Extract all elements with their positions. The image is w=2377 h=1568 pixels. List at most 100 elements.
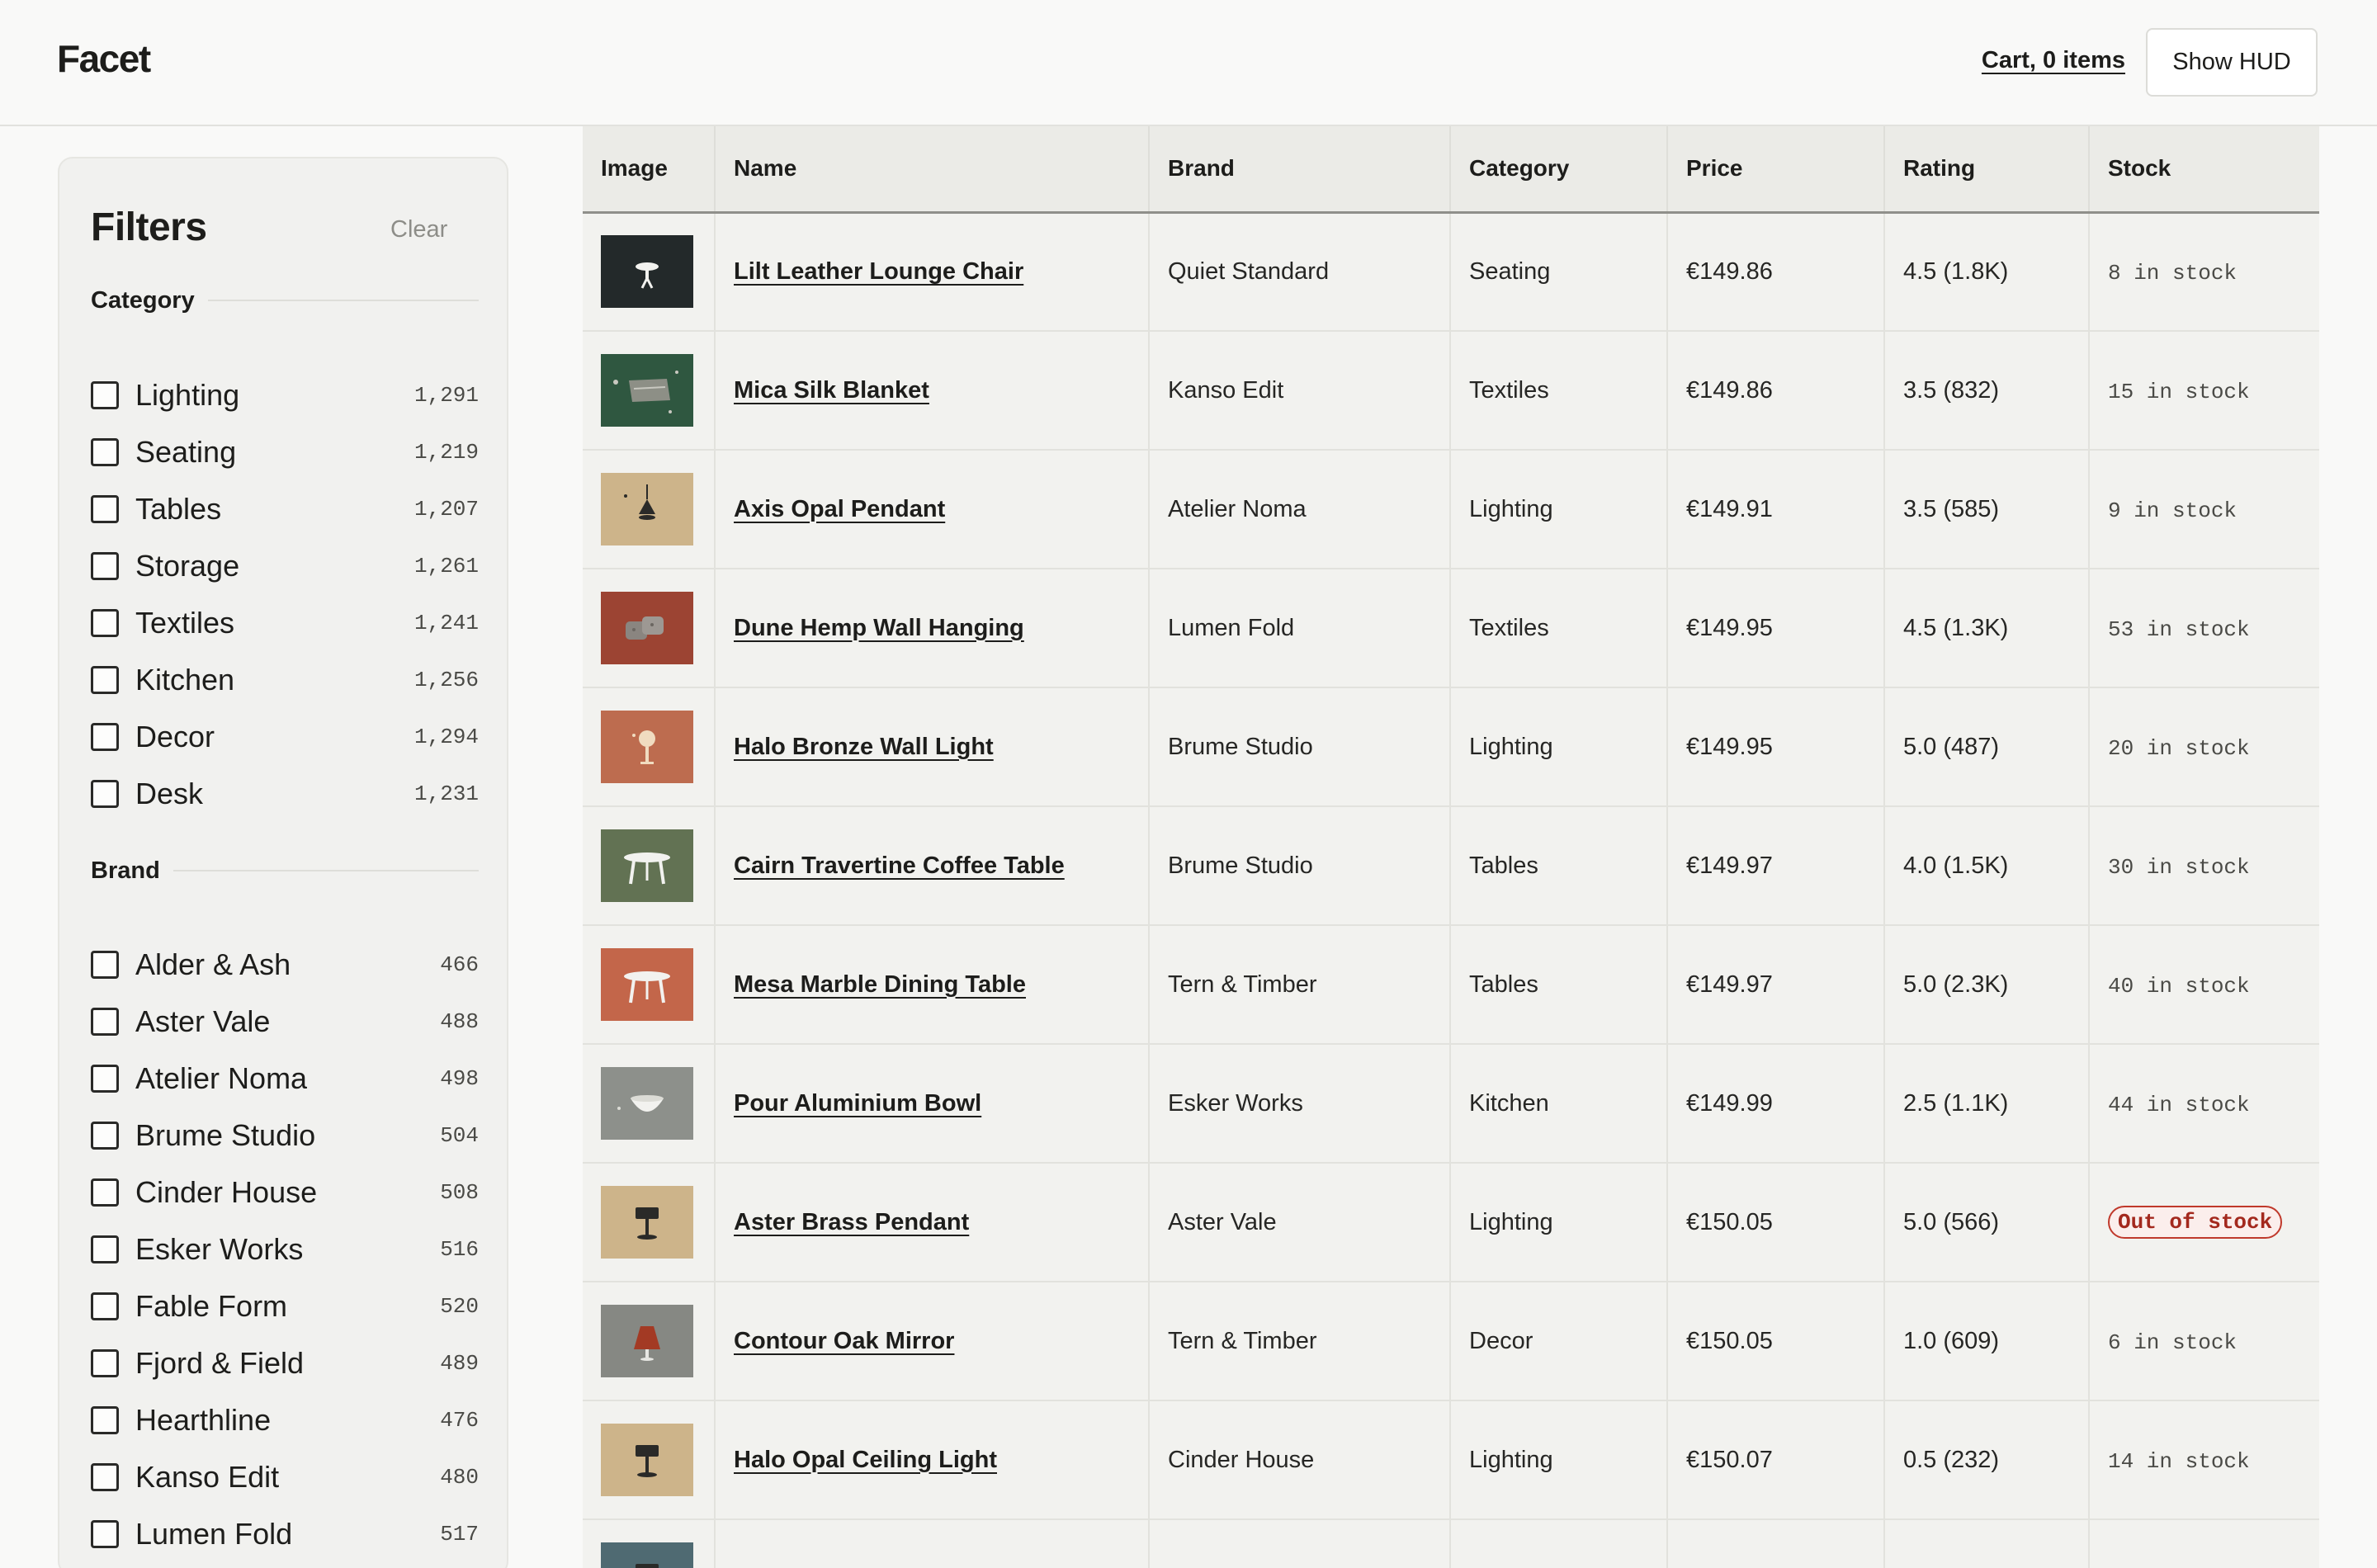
clear-filters-button[interactable]: Clear — [390, 216, 447, 243]
checkbox[interactable] — [91, 722, 119, 751]
checkbox[interactable] — [91, 1292, 119, 1320]
product-thumbnail[interactable] — [601, 1067, 693, 1140]
product-name-link[interactable]: Cairn Travertine Coffee Table — [734, 852, 1065, 879]
product-thumbnail[interactable] — [601, 1424, 693, 1496]
table-row[interactable]: Halo Bronze Wall Light Brume Studio Lighti… — [583, 687, 2319, 807]
brand-filter-atelier-noma[interactable]: Atelier Noma 498 — [91, 1050, 479, 1107]
product-thumbnail[interactable] — [601, 235, 693, 309]
checkbox[interactable] — [91, 1178, 119, 1207]
filter-label: Storage — [135, 548, 240, 583]
table-row[interactable]: Mica Silk Blanket Kanso Edit Textiles €149.… — [583, 331, 2319, 451]
category-filter-lighting[interactable]: Lighting 1,291 — [91, 366, 479, 423]
table-row[interactable]: Mesa Marble Dining Table Tern & Timber Tab… — [583, 925, 2319, 1045]
product-thumbnail[interactable] — [601, 1542, 693, 1568]
price-cell: €149.91 — [1667, 450, 1885, 569]
name-cell: Mesa Marble Dining Table — [715, 925, 1150, 1045]
checkbox[interactable] — [91, 380, 119, 409]
image-cell — [583, 687, 716, 807]
product-thumbnail[interactable] — [601, 711, 693, 783]
category-filter-tables[interactable]: Tables 1,207 — [91, 480, 479, 537]
category-cell: Lighting — [1450, 450, 1668, 569]
category-filter-storage[interactable]: Storage 1,261 — [91, 537, 479, 594]
checkbox[interactable] — [91, 437, 119, 466]
checkbox[interactable] — [91, 494, 119, 523]
brand-filter-brume-studio[interactable]: Brume Studio 504 — [91, 1107, 479, 1164]
section-divider — [172, 870, 479, 871]
table-row[interactable]: Halo Opal Ceiling Light Cinder House Light… — [583, 1400, 2319, 1520]
checkbox[interactable] — [91, 1462, 119, 1491]
product-thumbnail[interactable] — [601, 592, 693, 664]
filter-label: Cinder House — [135, 1174, 318, 1209]
show-hud-button[interactable]: Show HUD — [2146, 28, 2318, 97]
product-name-link[interactable]: Halo Bronze Wall Light — [734, 734, 994, 760]
product-thumbnail[interactable] — [601, 354, 693, 427]
brand-filter-hearthline[interactable]: Hearthline 476 — [91, 1391, 479, 1448]
brand-filter-alder-and-ash[interactable]: Alder & Ash 466 — [91, 936, 479, 993]
product-name-link[interactable]: Halo Opal Ceiling Light — [734, 1447, 997, 1473]
column-header-image[interactable]: Image — [583, 126, 716, 214]
image-cell — [583, 331, 716, 451]
brand-filter-esker-works[interactable]: Esker Works 516 — [91, 1221, 479, 1278]
brand-filter-cinder-house[interactable]: Cinder House 508 — [91, 1164, 479, 1221]
table-row[interactable]: Aster Brass Pendant Aster Vale Lighting €15… — [583, 1163, 2319, 1282]
product-name-link[interactable]: Mesa Marble Dining Table — [734, 971, 1026, 998]
checkbox[interactable] — [91, 779, 119, 808]
brand-filter-fjord-and-field[interactable]: Fjord & Field 489 — [91, 1334, 479, 1391]
category-filter-kitchen[interactable]: Kitchen 1,256 — [91, 651, 479, 708]
checkbox[interactable] — [91, 1235, 119, 1263]
category-cell: Seating — [1450, 212, 1668, 332]
image-cell — [583, 450, 716, 569]
table-row[interactable]: Dune Hemp Wall Hanging Lumen Fold Textiles… — [583, 569, 2319, 688]
table-row[interactable] — [583, 1519, 2319, 1568]
product-thumbnail[interactable] — [601, 1186, 693, 1259]
product-name-link[interactable]: Dune Hemp Wall Hanging — [734, 615, 1024, 641]
column-header-price[interactable]: Price — [1667, 126, 1885, 214]
checkbox[interactable] — [91, 1121, 119, 1150]
table-row[interactable]: Cairn Travertine Coffee Table Brume Studi… — [583, 806, 2319, 926]
column-header-category[interactable]: Category — [1450, 126, 1668, 214]
table-row[interactable]: Lilt Leather Lounge Chair Quiet Standard S… — [583, 212, 2319, 332]
brand-cell: Brume Studio — [1149, 806, 1451, 926]
product-thumbnail[interactable] — [601, 1305, 693, 1377]
product-name-link[interactable]: Aster Brass Pendant — [734, 1209, 969, 1235]
product-thumbnail[interactable] — [601, 829, 693, 902]
product-name-link[interactable]: Contour Oak Mirror — [734, 1328, 954, 1354]
checkbox[interactable] — [91, 665, 119, 694]
checkbox[interactable] — [91, 950, 119, 979]
rating-cell: 4.0 (1.5K) — [1884, 806, 2090, 926]
column-header-rating[interactable]: Rating — [1884, 126, 2090, 214]
product-thumbnail[interactable] — [601, 473, 693, 545]
product-name-link[interactable]: Axis Opal Pendant — [734, 496, 945, 522]
brand-cell: Tern & Timber — [1149, 925, 1451, 1045]
checkbox[interactable] — [91, 608, 119, 637]
product-name-link[interactable]: Pour Aluminium Bowl — [734, 1090, 981, 1117]
table-row[interactable]: Axis Opal Pendant Atelier Noma Lighting €14… — [583, 450, 2319, 569]
brand-filter-kanso-edit[interactable]: Kanso Edit 480 — [91, 1448, 479, 1505]
column-header-stock[interactable]: Stock — [2089, 126, 2319, 214]
category-filter-desk[interactable]: Desk 1,231 — [91, 765, 479, 822]
image-cell — [583, 1163, 716, 1282]
column-header-name[interactable]: Name — [715, 126, 1150, 214]
category-filter-decor[interactable]: Decor 1,294 — [91, 708, 479, 765]
table-row[interactable]: Pour Aluminium Bowl Esker Works Kitchen €14… — [583, 1044, 2319, 1164]
filter-count: 516 — [440, 1236, 479, 1262]
brand-filter-lumen-fold[interactable]: Lumen Fold 517 — [91, 1505, 479, 1562]
checkbox[interactable] — [91, 1405, 119, 1434]
checkbox[interactable] — [91, 1064, 119, 1093]
table-row[interactable]: Contour Oak Mirror Tern & Timber Decor €150… — [583, 1282, 2319, 1401]
checkbox[interactable] — [91, 551, 119, 580]
checkbox[interactable] — [91, 1348, 119, 1377]
category-filter-seating[interactable]: Seating 1,219 — [91, 423, 479, 480]
checkbox[interactable] — [91, 1007, 119, 1036]
brand-filter-aster-vale[interactable]: Aster Vale 488 — [91, 993, 479, 1050]
column-header-brand[interactable]: Brand — [1149, 126, 1451, 214]
cart-link[interactable]: Cart, 0 items — [1982, 47, 2125, 74]
filter-count: 476 — [440, 1407, 479, 1433]
product-name-link[interactable]: Lilt Leather Lounge Chair — [734, 258, 1023, 285]
stock-cell: 9 in stock — [2089, 450, 2319, 569]
category-filter-textiles[interactable]: Textiles 1,241 — [91, 594, 479, 651]
product-thumbnail[interactable] — [601, 948, 693, 1021]
brand-filter-fable-form[interactable]: Fable Form 520 — [91, 1278, 479, 1334]
product-name-link[interactable]: Mica Silk Blanket — [734, 377, 929, 404]
checkbox[interactable] — [91, 1519, 119, 1548]
